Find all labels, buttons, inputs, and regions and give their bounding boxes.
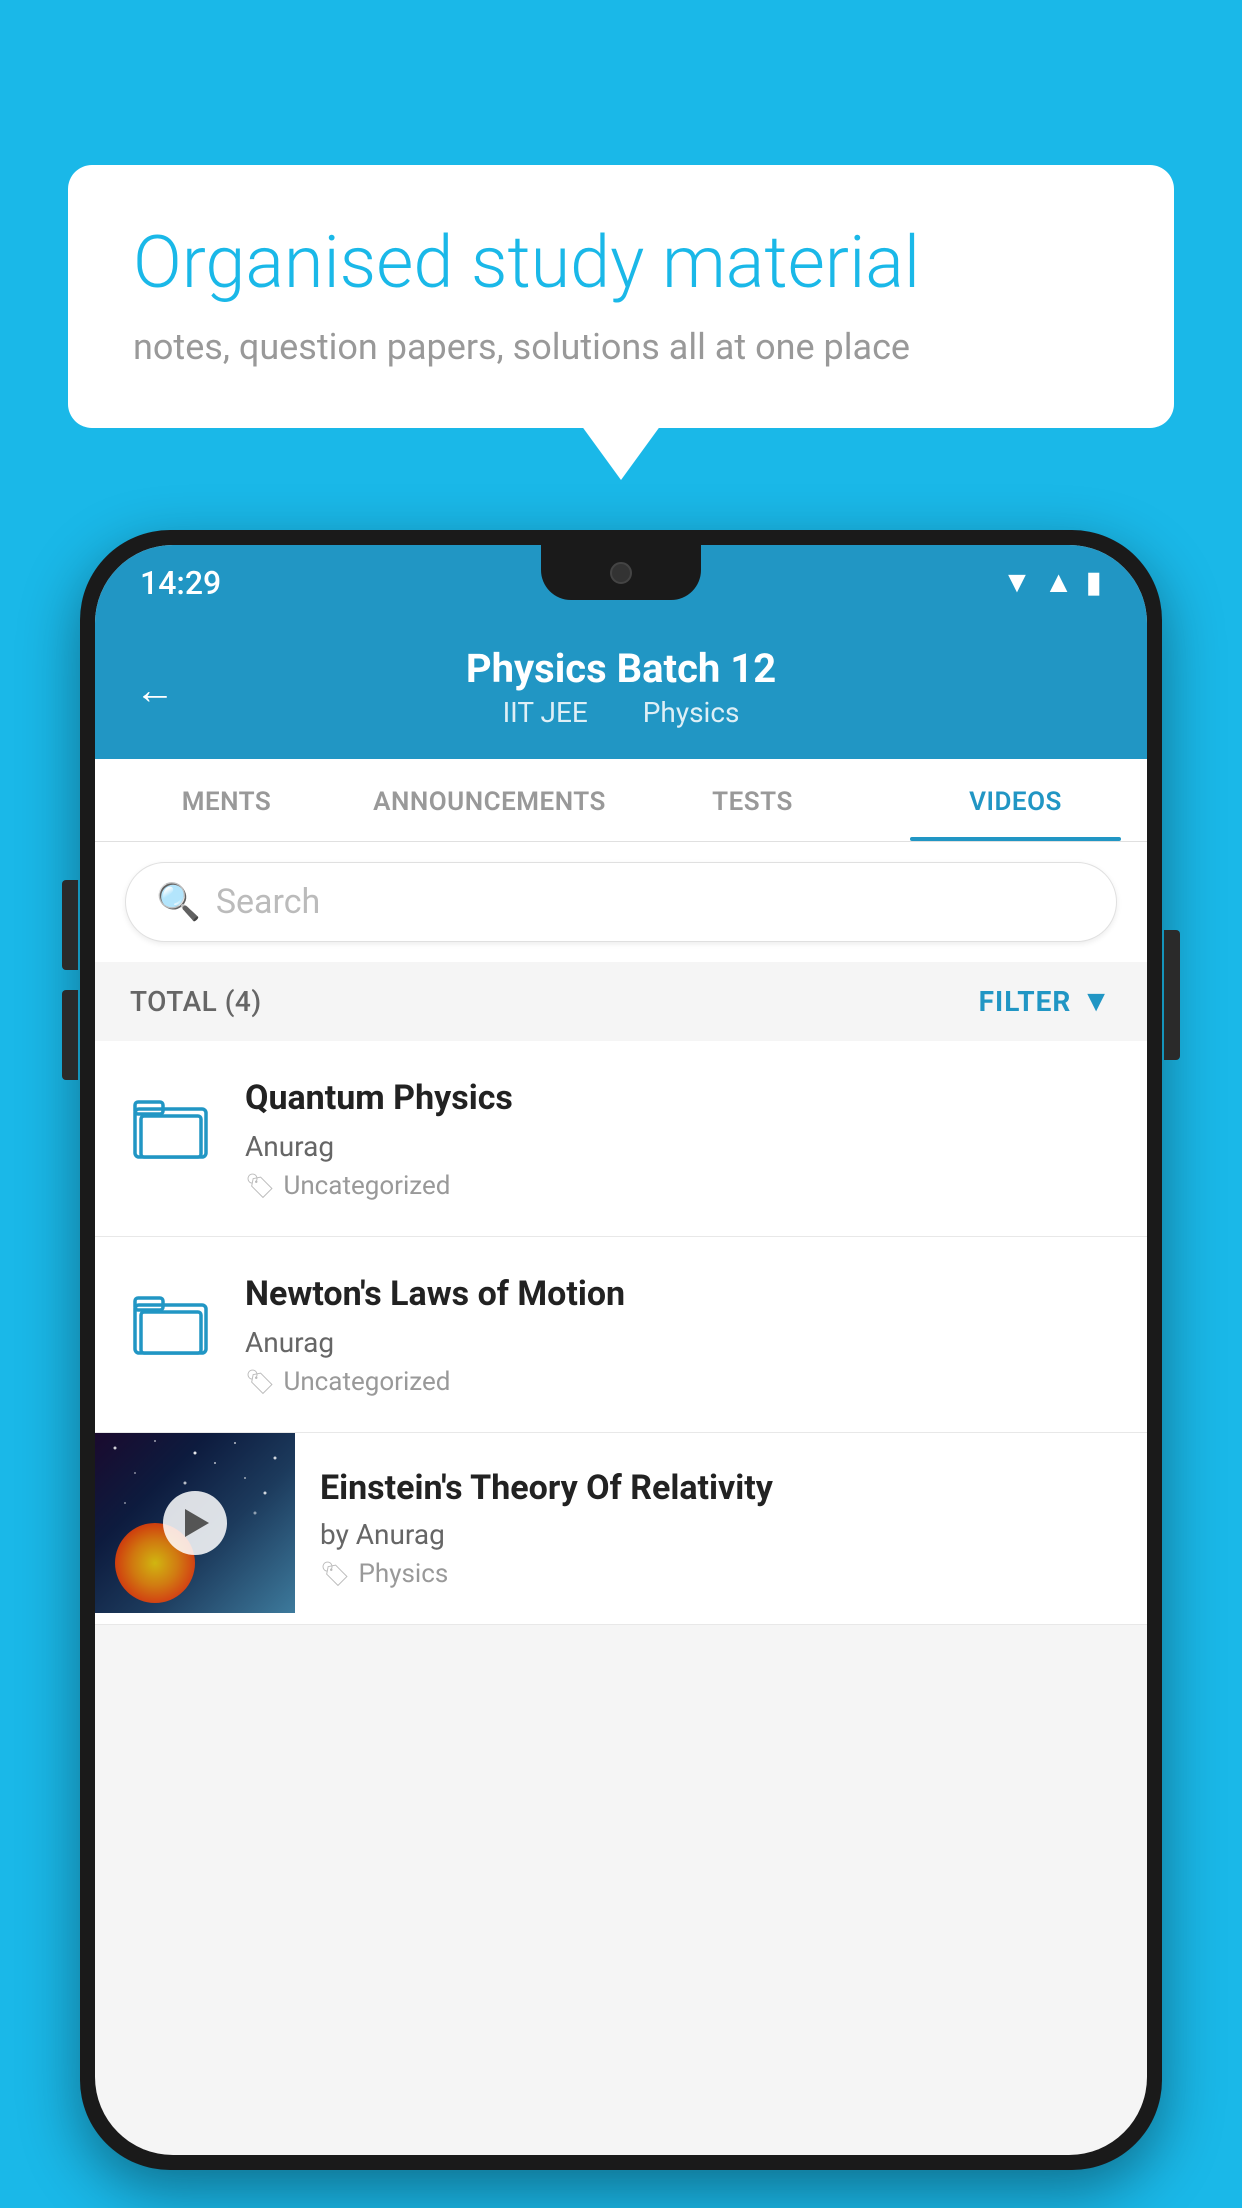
bubble-title: Organised study material <box>133 220 1109 306</box>
einstein-thumbnail <box>95 1433 295 1613</box>
bubble-subtitle: notes, question papers, solutions all at… <box>133 326 1109 368</box>
tab-videos[interactable]: VIDEOS <box>884 759 1147 841</box>
status-time: 14:29 <box>140 564 221 602</box>
power-button[interactable] <box>1164 930 1180 1060</box>
folder-svg-newton <box>133 1290 208 1355</box>
filter-bar: TOTAL (4) FILTER ▼ <box>95 962 1147 1041</box>
tag-label-einstein: Physics <box>358 1559 448 1589</box>
phone-screen: 14:29 ▼ ▲ ▮ ← Physics Batch 12 IIT JEE P… <box>95 545 1147 2155</box>
video-author-newton: Anurag <box>245 1326 1117 1359</box>
play-button[interactable] <box>163 1491 227 1555</box>
header-title-block: Physics Batch 12 IIT JEE Physics <box>466 645 776 729</box>
signal-icon: ▲ <box>1044 565 1074 600</box>
video-item-einstein[interactable]: Einstein's Theory Of Relativity by Anura… <box>95 1433 1147 1625</box>
battery-icon: ▮ <box>1085 565 1102 600</box>
search-bar[interactable]: 🔍 Search <box>125 862 1117 942</box>
header-subtitle-iitjee: IIT JEE <box>503 696 588 729</box>
camera <box>610 562 632 584</box>
tab-bar: MENTS ANNOUNCEMENTS TESTS VIDEOS <box>95 759 1147 842</box>
search-placeholder: Search <box>216 882 320 922</box>
header-subtitle: IIT JEE Physics <box>466 696 776 729</box>
einstein-tag: 🏷 Physics <box>320 1559 1122 1589</box>
tag-icon-quantum: 🏷 <box>245 1172 275 1200</box>
play-triangle-icon <box>185 1509 209 1537</box>
video-title-quantum: Quantum Physics <box>245 1076 1117 1120</box>
folder-svg-quantum <box>133 1094 208 1159</box>
einstein-title: Einstein's Theory Of Relativity <box>320 1468 1122 1508</box>
phone-frame: 14:29 ▼ ▲ ▮ ← Physics Batch 12 IIT JEE P… <box>80 530 1162 2170</box>
wifi-icon: ▼ <box>1002 565 1032 600</box>
video-info-quantum: Quantum Physics Anurag 🏷 Uncategorized <box>245 1076 1117 1201</box>
notch <box>541 545 701 600</box>
header-subtitle-physics: Physics <box>643 696 740 729</box>
total-count: TOTAL (4) <box>130 985 262 1018</box>
tab-tests[interactable]: TESTS <box>621 759 884 841</box>
search-icon: 🔍 <box>156 881 201 923</box>
volume-up-button[interactable] <box>62 880 78 970</box>
status-icons: ▼ ▲ ▮ <box>1002 565 1102 600</box>
einstein-info: Einstein's Theory Of Relativity by Anura… <box>295 1433 1147 1624</box>
video-info-newton: Newton's Laws of Motion Anurag 🏷 Uncateg… <box>245 1272 1117 1397</box>
filter-label: FILTER <box>979 985 1072 1018</box>
tag-icon-einstein: 🏷 <box>320 1560 350 1588</box>
tag-icon-newton: 🏷 <box>245 1368 275 1396</box>
video-item-newton[interactable]: Newton's Laws of Motion Anurag 🏷 Uncateg… <box>95 1237 1147 1433</box>
folder-icon-quantum <box>125 1081 215 1171</box>
einstein-author: by Anurag <box>320 1518 1122 1551</box>
filter-funnel-icon: ▼ <box>1081 984 1112 1019</box>
filter-button[interactable]: FILTER ▼ <box>979 984 1112 1019</box>
status-bar: 14:29 ▼ ▲ ▮ <box>95 545 1147 620</box>
header-title: Physics Batch 12 <box>466 645 776 692</box>
video-title-newton: Newton's Laws of Motion <box>245 1272 1117 1316</box>
video-tag-newton: 🏷 Uncategorized <box>245 1367 1117 1397</box>
tab-ments[interactable]: MENTS <box>95 759 358 841</box>
search-container: 🔍 Search <box>95 842 1147 962</box>
speech-bubble: Organised study material notes, question… <box>68 165 1174 428</box>
speech-bubble-wrapper: Organised study material notes, question… <box>68 165 1174 428</box>
video-author-quantum: Anurag <box>245 1130 1117 1163</box>
video-tag-quantum: 🏷 Uncategorized <box>245 1171 1117 1201</box>
app-header: ← Physics Batch 12 IIT JEE Physics <box>95 620 1147 759</box>
tag-label-quantum: Uncategorized <box>283 1171 450 1201</box>
back-button[interactable]: ← <box>135 666 175 713</box>
volume-down-button[interactable] <box>62 990 78 1080</box>
tag-label-newton: Uncategorized <box>283 1367 450 1397</box>
folder-icon-newton <box>125 1277 215 1367</box>
video-item-quantum[interactable]: Quantum Physics Anurag 🏷 Uncategorized <box>95 1041 1147 1237</box>
tab-announcements[interactable]: ANNOUNCEMENTS <box>358 759 621 841</box>
